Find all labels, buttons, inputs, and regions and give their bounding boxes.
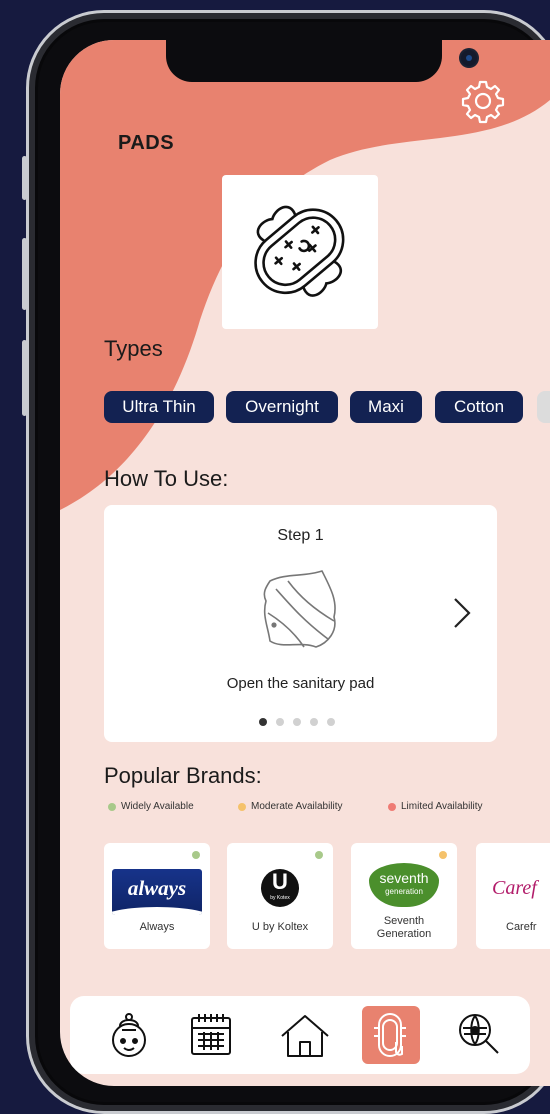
type-chip-overnight[interactable]: Overnight [226,391,338,423]
pagination-dot[interactable] [310,718,318,726]
app-screen: PADS Types Ultra Thin Overnight Maxi Cot… [60,40,550,1086]
legend-limited-availability: Limited Availability [388,801,483,812]
front-camera [461,50,477,66]
pad-illustration-icon [254,205,345,297]
page-title: PADS [118,132,175,154]
step-title: Step 1 [277,527,324,544]
bottom-navigation [70,996,530,1074]
legend-label: Moderate Availability [251,801,343,812]
nav-pad-icon[interactable] [362,1006,420,1064]
pad-hero-image [222,175,378,329]
pad-step-illustration-icon [263,570,336,648]
seventh-generation-logo: seventh generation [369,863,439,907]
types-heading: Types [104,336,163,361]
u-by-kotex-logo: U by Kotex [261,869,299,907]
legend-label: Limited Availability [401,801,483,812]
step-caption: Open the sanitary pad [226,675,375,692]
brand-card-seventh-generation[interactable]: seventh generation Seventh Generation [351,843,457,949]
brand-name: Seventh Generation [351,915,457,941]
u-logo-subtext: by Kotex [270,895,290,901]
carousel-pagination [259,713,344,726]
how-to-use-carousel: Step 1 Open the sanitary pad [104,505,497,742]
always-logo-text: always [127,876,187,900]
pagination-dot[interactable] [327,718,335,726]
legend-label: Widely Available [121,801,194,812]
popular-brands-heading: Popular Brands: [104,763,262,788]
always-logo-wave [112,907,202,915]
type-chip-maxi[interactable]: Maxi [350,391,422,423]
settings-gear-icon[interactable] [460,78,506,124]
brand-name-line-2: Generation [376,928,432,940]
nav-chatbot-icon[interactable] [100,1006,158,1064]
brand-card-carefree[interactable]: Caref Carefr [476,843,550,949]
next-step-chevron-icon[interactable] [449,593,475,633]
type-chip-cotton[interactable]: Cotton [435,391,523,423]
availability-dot [315,851,323,859]
u-logo-letter: U [272,869,288,894]
pagination-dot[interactable] [293,718,301,726]
type-chip-more[interactable] [537,391,550,423]
pagination-dot[interactable] [259,718,267,726]
brand-name-line-1: Seventh [383,915,425,927]
pagination-dot[interactable] [276,718,284,726]
notch [166,40,477,82]
brand-name: U by Koltex [251,921,309,933]
availability-dot [192,851,200,859]
seventh-logo-text: seventh [379,870,429,886]
nav-search-location-icon[interactable] [450,1006,508,1064]
legend-dot-yellow [238,802,246,811]
brand-card-u-by-koltex[interactable]: U by Kotex U by Koltex [227,843,333,949]
legend-dot-green [108,802,116,811]
legend-dot-red [388,802,396,811]
brand-card-always[interactable]: always Always [104,843,210,949]
availability-dot [439,851,447,859]
legend-widely-available: Widely Available [108,801,194,812]
legend-moderate-availability: Moderate Availability [238,801,343,812]
carefree-logo: Caref [492,877,537,899]
type-chip-ultra-thin[interactable]: Ultra Thin [104,391,214,423]
nav-calendar-icon[interactable] [182,1006,240,1064]
always-logo: always [112,869,202,915]
generation-logo-text: generation [385,887,423,896]
brand-name: Carefr [506,921,537,933]
how-to-use-heading: How To Use: [104,466,229,491]
brand-name: Always [139,921,175,933]
nav-home-icon[interactable] [276,1006,334,1064]
